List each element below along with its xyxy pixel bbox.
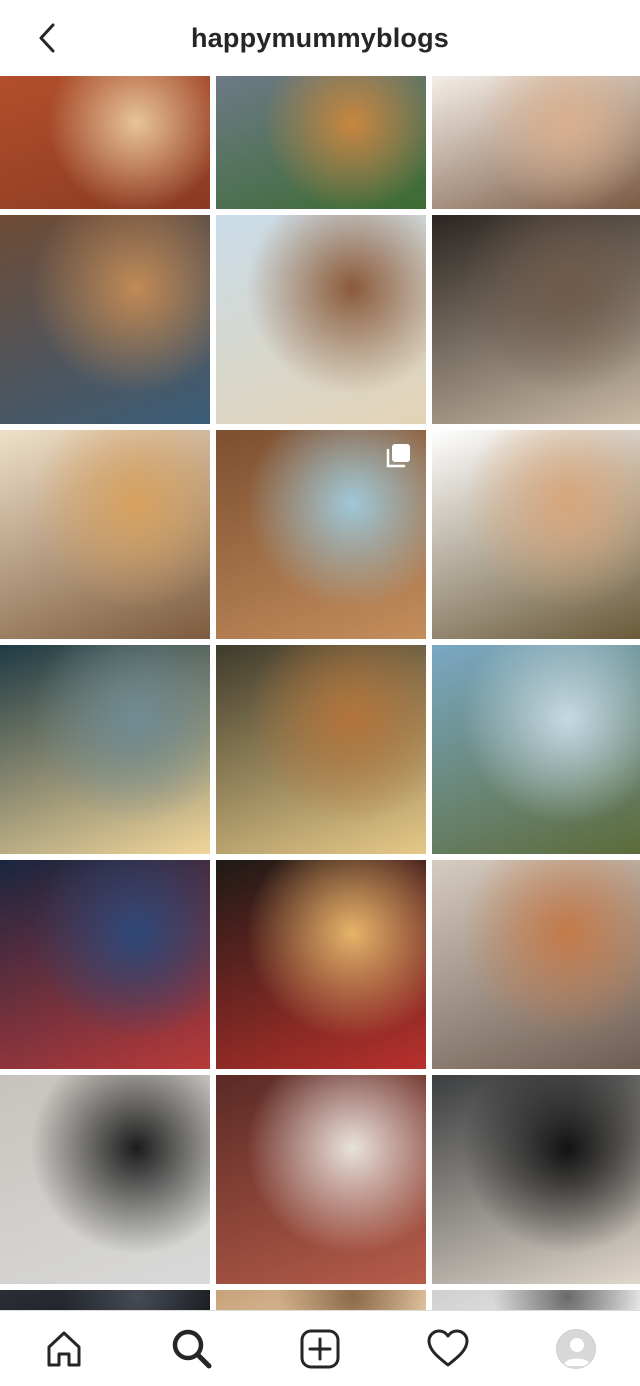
nav-home[interactable] (32, 1317, 96, 1381)
post-thumbnail-snowman-lights[interactable] (216, 860, 426, 1069)
explore-post-grid (0, 76, 640, 1310)
carousel-multiple-icon (386, 444, 410, 468)
nav-search[interactable] (160, 1317, 224, 1381)
post-thumbnail-tree-sunlight[interactable] (216, 645, 426, 854)
post-thumbnail-moody-sunset-sky[interactable] (0, 645, 210, 854)
search-icon (172, 1329, 212, 1368)
post-thumbnail-toasted-sandwich[interactable] (216, 76, 426, 209)
bottom-navigation (0, 1310, 640, 1386)
post-thumbnail-pancakes-table[interactable] (216, 430, 426, 639)
home-icon (47, 1331, 81, 1366)
nav-new-post[interactable] (288, 1317, 352, 1381)
app-header: happymummyblogs (0, 0, 640, 76)
post-thumbnail-skeleton-costume[interactable] (432, 1075, 640, 1284)
nav-profile[interactable] (544, 1317, 608, 1381)
post-thumbnail-kids-window-moon[interactable] (0, 860, 210, 1069)
plus-square-icon (300, 1329, 340, 1368)
chevron-left-icon[interactable] (30, 20, 66, 56)
heart-icon (427, 1329, 469, 1366)
profile-avatar-icon (556, 1328, 596, 1369)
post-thumbnail-afternoon-tea[interactable] (216, 1075, 426, 1284)
post-thumbnail-church-graveyard[interactable] (432, 645, 640, 854)
post-thumbnail-partial-3[interactable] (432, 1290, 640, 1310)
post-thumbnail-giraffe[interactable] (216, 215, 426, 424)
post-thumbnail-family-theatre-stage[interactable] (432, 215, 640, 424)
nav-activity[interactable] (416, 1317, 480, 1381)
profile-username: happymummyblogs (190, 22, 450, 53)
post-thumbnail-partial-2[interactable] (216, 1290, 426, 1310)
post-thumbnail-boat-harbour-puzzle[interactable] (0, 215, 210, 424)
post-thumbnail-remember-painted-stone[interactable] (0, 1075, 210, 1284)
post-thumbnail-breakfast-bacon[interactable] (0, 76, 210, 209)
post-thumbnail-toddler-sweater[interactable] (0, 430, 210, 639)
default-avatar-silhouette-icon (563, 1337, 591, 1366)
post-thumbnail-girl-smiling[interactable] (432, 76, 640, 209)
post-thumbnail-partial-1[interactable] (0, 1290, 210, 1310)
post-thumbnail-playroom-table[interactable] (432, 860, 640, 1069)
post-thumbnail-toddler-field-vignette[interactable] (432, 430, 640, 639)
